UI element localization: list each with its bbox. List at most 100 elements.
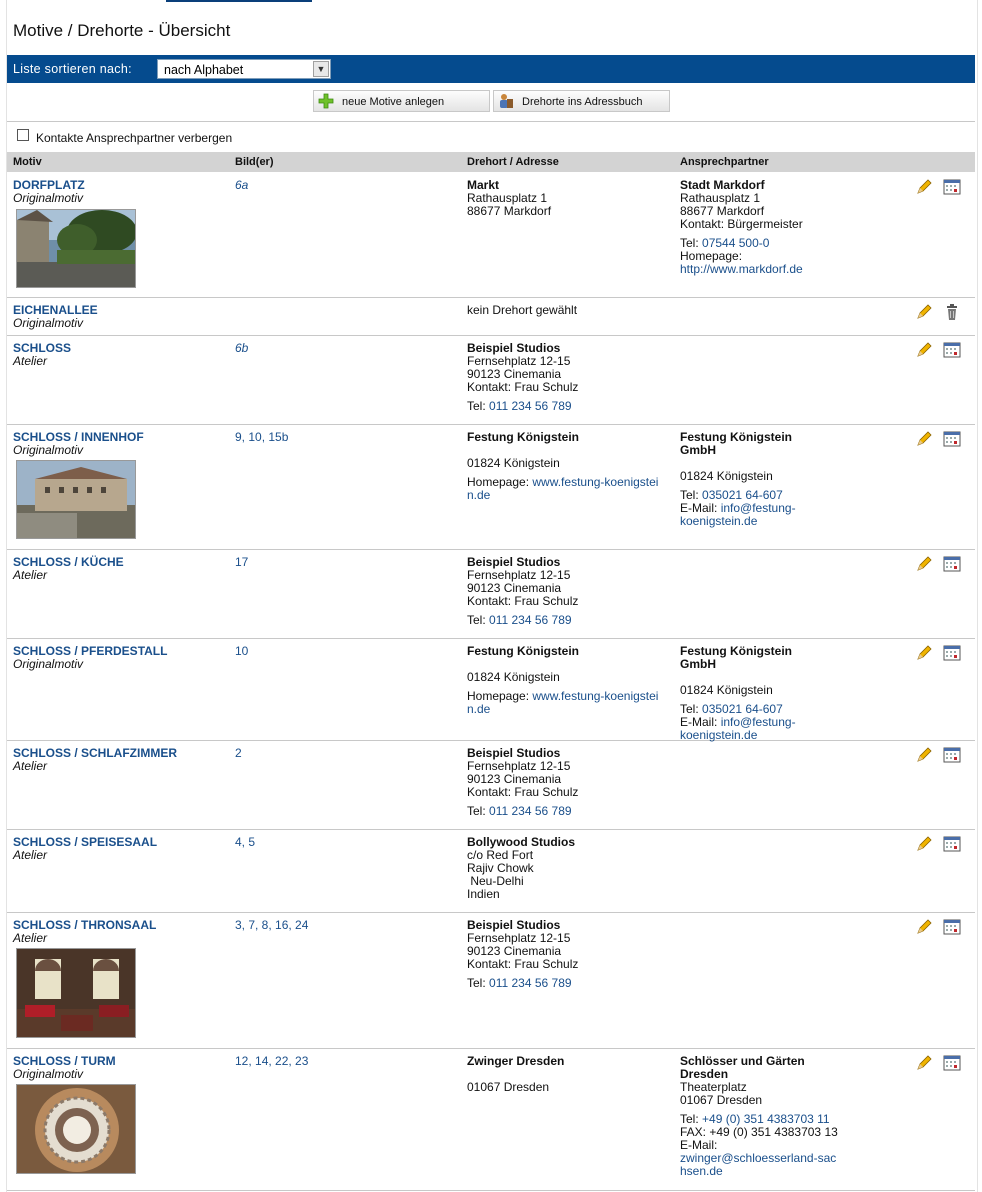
tel-link[interactable]: 011 234 56 789: [489, 976, 572, 990]
motive-type: Atelier: [13, 848, 48, 862]
addressbook-icon: [500, 94, 513, 108]
calendar-icon[interactable]: [943, 835, 961, 853]
location-address-line: Kontakt: Frau Schulz: [467, 594, 579, 608]
location-address-line: 01824 Königstein: [467, 456, 560, 470]
tel-label: Tel:: [680, 236, 699, 250]
motive-photo-castle-courtyard[interactable]: [16, 460, 136, 539]
location-name: Festung Königstein: [467, 644, 579, 658]
image-links[interactable]: 12, 14, 22, 23: [235, 1054, 308, 1068]
motive-photo-throne-hall[interactable]: [16, 948, 136, 1038]
location-address-line: 01824 Königstein: [467, 670, 560, 684]
calendar-icon[interactable]: [943, 746, 961, 764]
image-links[interactable]: 6a: [235, 178, 248, 192]
pencil-icon[interactable]: [915, 1054, 933, 1072]
sort-label: Liste sortieren nach:: [13, 62, 132, 76]
table-row: SCHLOSS / THRONSAAL Atelier 3, 7, 8, 16,…: [7, 913, 975, 1049]
calendar-icon[interactable]: [943, 341, 961, 359]
motive-type: Atelier: [13, 354, 48, 368]
image-links[interactable]: 9, 10, 15b: [235, 430, 288, 444]
table-row: EICHENALLEE Originalmotiv kein Drehort g…: [7, 298, 975, 336]
pencil-icon[interactable]: [915, 746, 933, 764]
table-row: DORFPLATZ Originalmotiv 6a Markt Rathaus…: [7, 173, 975, 298]
table-row: SCHLOSS / PFERDESTALL Originalmotiv 10 F…: [7, 639, 975, 742]
motive-photo-village-square[interactable]: [16, 209, 136, 288]
location-address-line: Kontakt: Frau Schulz: [467, 380, 579, 394]
location-address-line: 01067 Dresden: [467, 1080, 550, 1094]
motive-type: Originalmotiv: [13, 191, 84, 205]
table-row: SCHLOSS / SPEISESAAL Atelier 4, 5 Bollyw…: [7, 830, 975, 913]
tel-link[interactable]: 011 234 56 789: [489, 613, 572, 627]
contact-name: Festung Königstein GmbH: [680, 644, 792, 671]
tel-link[interactable]: 011 234 56 789: [489, 804, 572, 818]
image-links[interactable]: 10: [235, 644, 248, 658]
image-links[interactable]: 6b: [235, 341, 248, 355]
contact-name: Festung Königstein GmbH: [680, 430, 792, 457]
addressbook-button[interactable]: Drehorte ins Adressbuch: [493, 90, 670, 112]
divider: [7, 121, 975, 122]
image-links[interactable]: 17: [235, 555, 248, 569]
calendar-icon[interactable]: [943, 555, 961, 573]
calendar-icon[interactable]: [943, 430, 961, 448]
location-name: Zwinger Dresden: [467, 1054, 565, 1068]
calendar-icon[interactable]: [943, 644, 961, 662]
tel-label: Tel:: [467, 804, 486, 818]
email-link[interactable]: zwinger@schloesserland-sachsen.de: [680, 1152, 840, 1178]
tel-label: Tel:: [680, 488, 699, 502]
tel-link[interactable]: 035021 64-607: [702, 702, 783, 716]
tel-link[interactable]: +49 (0) 351 4383703 11: [702, 1112, 830, 1126]
calendar-icon[interactable]: [943, 918, 961, 936]
location-address-line: Kontakt: Frau Schulz: [467, 957, 579, 971]
contact-line: Kontakt: Bürgermeister: [680, 217, 803, 231]
pencil-icon[interactable]: [915, 430, 933, 448]
pencil-icon[interactable]: [915, 341, 933, 359]
tel-link[interactable]: 035021 64-607: [702, 488, 783, 502]
email-label: E-Mail:: [680, 715, 718, 729]
image-links[interactable]: 4, 5: [235, 835, 255, 849]
tel-link[interactable]: 011 234 56 789: [489, 399, 572, 413]
table-header: Motiv Bild(er) Drehort / Adresse Ansprec…: [7, 152, 975, 172]
hide-contacts-checkbox[interactable]: [17, 129, 29, 141]
page-title: Motive / Drehorte - Übersicht: [13, 21, 231, 40]
addressbook-label: Drehorte ins Adressbuch: [522, 96, 643, 108]
contact-name: Schlösser und Gärten Dresden: [680, 1054, 805, 1081]
new-motive-button[interactable]: neue Motive anlegen: [313, 90, 490, 112]
motive-type: Originalmotiv: [13, 316, 84, 330]
table-row: SCHLOSS / TURM Originalmotiv 12, 14, 22,…: [7, 1049, 975, 1191]
column-header-bild: Bild(er): [235, 156, 274, 168]
tel-label: Tel:: [680, 702, 699, 716]
motive-type: Originalmotiv: [13, 443, 84, 457]
table-row: SCHLOSS Atelier 6b Beispiel Studios Fern…: [7, 336, 975, 425]
image-links[interactable]: 2: [235, 746, 242, 760]
location-name: Festung Königstein: [467, 430, 579, 444]
tel-label: Tel:: [467, 976, 486, 990]
image-links[interactable]: 3, 7, 8, 16, 24: [235, 918, 308, 932]
calendar-icon[interactable]: [943, 1054, 961, 1072]
pencil-icon[interactable]: [915, 178, 933, 196]
column-header-motiv: Motiv: [13, 156, 42, 168]
homepage-link[interactable]: http://www.markdorf.de: [680, 263, 900, 276]
chevron-down-icon[interactable]: ▼: [313, 61, 329, 77]
contact-line: 01824 Königstein: [680, 683, 773, 697]
motive-type: Atelier: [13, 931, 48, 945]
trash-icon[interactable]: [943, 303, 961, 321]
pencil-icon[interactable]: [915, 644, 933, 662]
column-header-ansprechpartner: Ansprechpartner: [680, 156, 769, 168]
homepage-label: Homepage:: [467, 689, 530, 703]
no-location-text: kein Drehort gewählt: [467, 303, 578, 317]
pencil-icon[interactable]: [915, 303, 933, 321]
pencil-icon[interactable]: [915, 918, 933, 936]
location-address-line: Kontakt: Frau Schulz: [467, 785, 579, 799]
tel-link[interactable]: 07544 500-0: [702, 236, 769, 250]
motive-type: Atelier: [13, 568, 48, 582]
pencil-icon[interactable]: [915, 555, 933, 573]
hide-contacts-label: Kontakte Ansprechpartner verbergen: [36, 131, 233, 145]
motive-photo-tower-dome[interactable]: [16, 1084, 136, 1174]
email-label: E-Mail:: [680, 501, 718, 515]
tel-label: Tel:: [467, 613, 486, 627]
motive-type: Atelier: [13, 759, 48, 773]
pencil-icon[interactable]: [915, 835, 933, 853]
sort-bar: Liste sortieren nach: nach Alphabet ▼: [7, 55, 975, 83]
location-address-line: 88677 Markdorf: [467, 204, 552, 218]
sort-select[interactable]: nach Alphabet ▼: [157, 59, 331, 79]
calendar-icon[interactable]: [943, 178, 961, 196]
